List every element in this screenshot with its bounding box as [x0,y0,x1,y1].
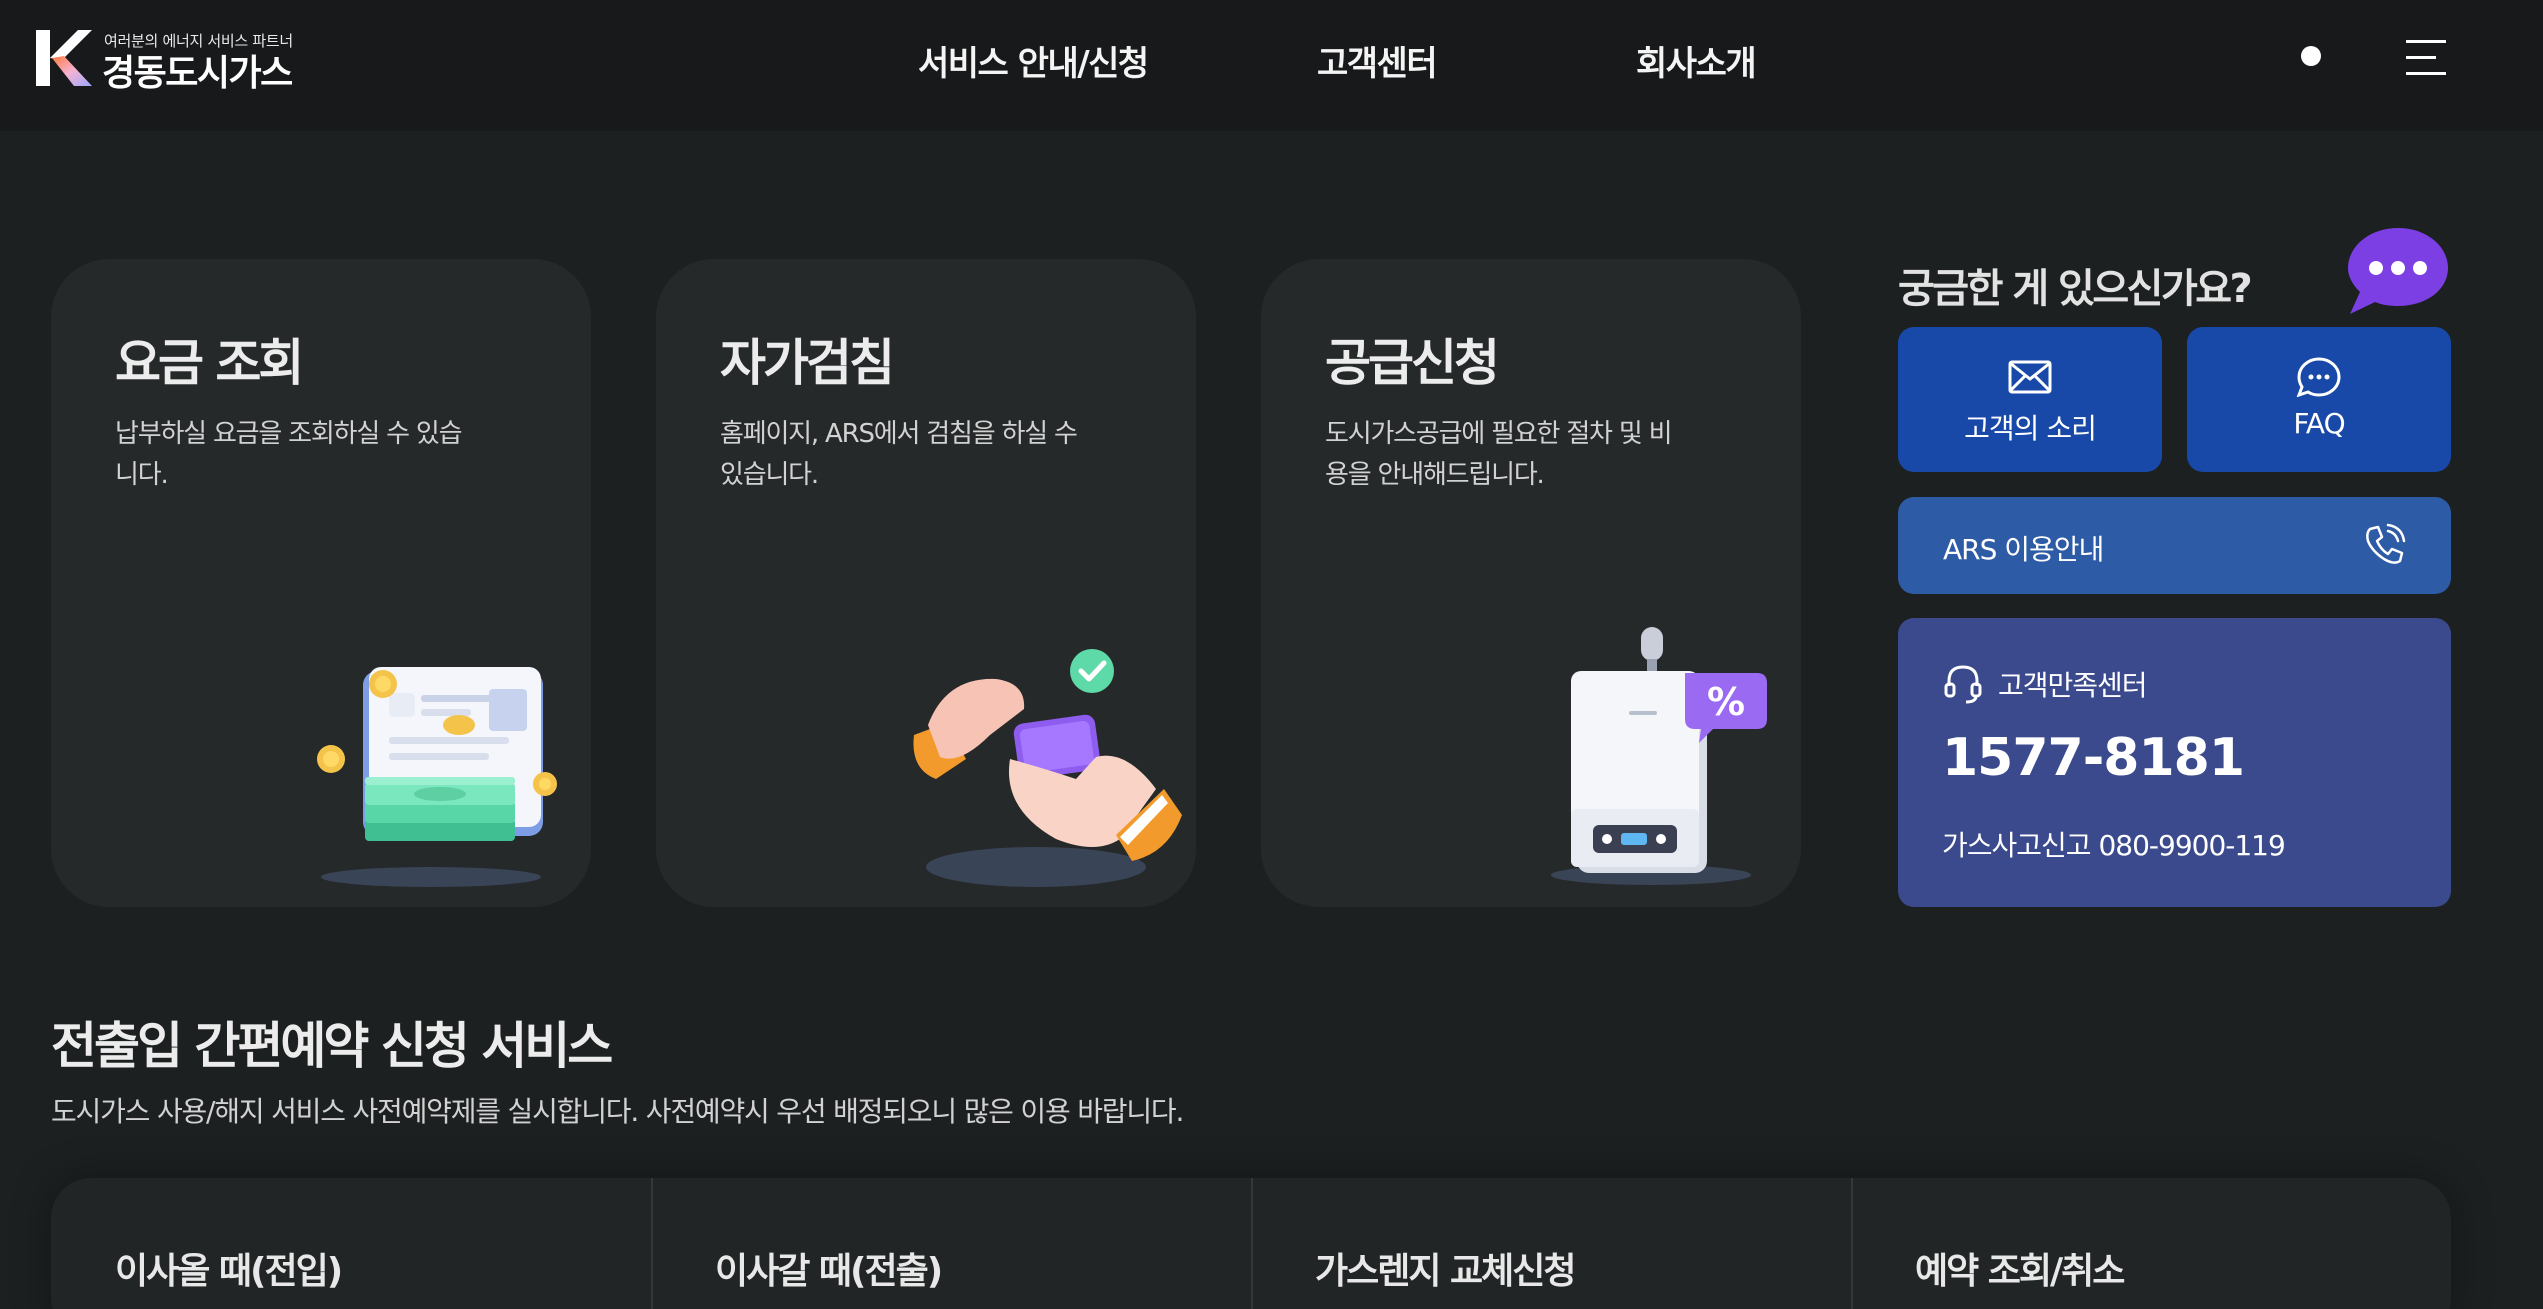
card-title: 요금 조회 [115,334,304,392]
card-desc: 도시가스공급에 필요한 절차 및 비용을 안내해드립니다. [1325,419,1673,490]
card-desc: 납부하실 요금을 조회하실 수 있습니다. [115,419,463,490]
nav-company[interactable]: 회사소개 [1636,36,1757,85]
customer-voice-button[interactable]: 고객의 소리 [1898,327,2162,472]
card-desc: 홈페이지, ARS에서 검침을 하실 수 있습니다. [720,419,1078,490]
logo-k-mark [36,30,92,86]
gas-accident-line: 가스사고신고 080-9900-119 [1942,829,2286,862]
reservation-item-label: 이사올 때(전입) [115,1251,343,1292]
phone-call-icon [2366,523,2406,564]
customer-voice-label: 고객의 소리 [1964,412,2097,445]
card-title: 자가검침 [720,334,895,392]
service-card-supply-request[interactable]: 공급신청 도시가스공급에 필요한 절차 및 비용을 안내해드립니다. % [1261,259,1801,907]
customer-center-label: 고객만족센터 [1998,669,2148,702]
reservation-item-label: 예약 조회/취소 [1915,1251,2125,1292]
speech-bubble-icon [2296,357,2341,397]
customer-center-phone[interactable]: 1577-8181 [1942,728,2245,788]
reservation-menu: 이사올 때(전입) 이사갈 때(전출) 가스렌지 교체신청 예약 조회/취소 [51,1178,2451,1309]
dot-indicator[interactable] [2301,46,2321,66]
reservation-lookup-cancel[interactable]: 예약 조회/취소 [1851,1178,2451,1309]
reservation-move-out[interactable]: 이사갈 때(전출) [651,1178,1251,1309]
reservation-item-label: 이사갈 때(전출) [715,1251,943,1292]
chat-bubble-icon[interactable] [2344,224,2452,316]
logo-name: 경동도시가스 [102,53,293,94]
service-card-self-reading[interactable]: 자가검침 홈페이지, ARS에서 검침을 하실 수 있습니다. [656,259,1196,907]
logo[interactable]: 여러분의 에너지 서비스 파트너 경동도시가스 [34,28,324,94]
reservation-item-label: 가스렌지 교체신청 [1315,1251,1576,1292]
faq-label: FAQ [2293,407,2345,440]
faq-button[interactable]: FAQ [2187,327,2451,472]
reservation-title: 전출입 간편예약 신청 서비스 [51,1017,613,1075]
reservation-range-replace[interactable]: 가스렌지 교체신청 [1251,1178,1851,1309]
help-title: 궁금한 게 있으신가요? [1898,266,2253,312]
svg-text:%: % [1707,680,1745,724]
ars-guide-label: ARS 이용안내 [1943,533,2104,566]
reservation-desc: 도시가스 사용/해지 서비스 사전예약제를 실시합니다. 사전예약시 우선 배정… [51,1095,1184,1128]
menu-icon[interactable] [2406,40,2446,76]
headset-icon [1944,665,1982,704]
service-card-fee[interactable]: 요금 조회 납부하실 요금을 조회하실 수 있습니다. [51,259,591,907]
bill-money-illustration [317,667,557,887]
boiler-illustration: % [1551,627,1767,885]
site-header: 여러분의 에너지 서비스 파트너 경동도시가스 서비스 안내/신청 고객센터 회… [0,0,2543,131]
ars-guide-button[interactable]: ARS 이용안내 [1898,497,2451,594]
reservation-move-in[interactable]: 이사올 때(전입) [51,1178,651,1309]
phone-hand-illustration [913,649,1182,887]
envelope-icon [2008,360,2052,394]
nav-service[interactable]: 서비스 안내/신청 [918,36,1149,85]
customer-center-box: 고객만족센터 1577-8181 가스사고신고 080-9900-119 [1898,618,2451,907]
card-title: 공급신청 [1325,334,1500,392]
nav-customer-center[interactable]: 고객센터 [1317,36,1438,85]
